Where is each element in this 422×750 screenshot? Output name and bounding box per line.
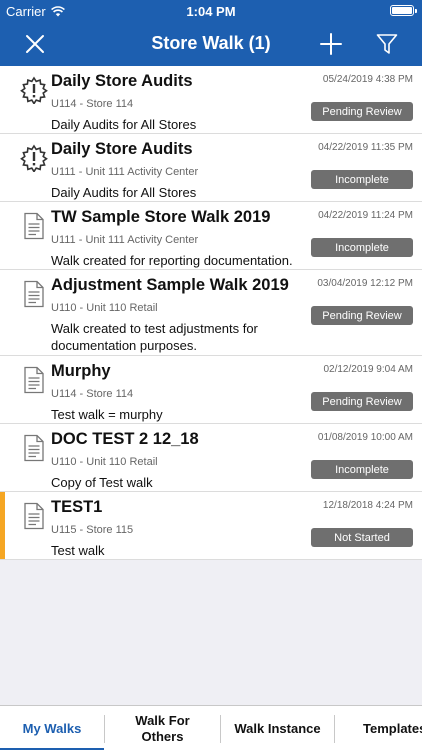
walk-title: DOC TEST 2 12_18: [51, 430, 199, 448]
walk-store: U110 - Unit 110 Retail: [51, 302, 158, 314]
status-button[interactable]: Not Started: [311, 528, 413, 547]
tab-label: Walk For Others: [135, 712, 190, 744]
walk-description: Walk created for reporting documentation…: [51, 253, 293, 268]
battery-icon: [390, 5, 417, 16]
status-button[interactable]: Pending Review: [311, 102, 413, 121]
status-button[interactable]: Incomplete: [311, 238, 413, 257]
walk-title: Murphy: [51, 362, 111, 380]
document-icon: [20, 502, 48, 530]
walk-description: Test walk = murphy: [51, 407, 163, 422]
status-button[interactable]: Pending Review: [311, 392, 413, 411]
selection-accent: [0, 492, 5, 559]
walk-row[interactable]: TW Sample Store Walk 2019 04/22/2019 11:…: [0, 202, 422, 270]
walk-store: U110 - Unit 110 Retail: [51, 456, 158, 468]
walk-row[interactable]: DOC TEST 2 12_18 01/08/2019 10:00 AM U11…: [0, 424, 422, 492]
walk-date: 05/24/2019 4:38 PM: [322, 74, 413, 85]
walk-date: 01/08/2019 10:00 AM: [317, 432, 413, 443]
tab-label: Walk Instance: [234, 720, 321, 736]
filter-button[interactable]: [372, 30, 402, 58]
walk-row[interactable]: Daily Store Audits 04/22/2019 11:35 PM U…: [0, 134, 422, 202]
walk-title: TW Sample Store Walk 2019: [51, 208, 271, 226]
walk-date: 02/12/2019 9:04 AM: [323, 364, 413, 375]
add-walk-button[interactable]: [316, 30, 346, 58]
walk-title: TEST1: [51, 498, 103, 516]
walk-date: 12/18/2018 4:24 PM: [322, 500, 413, 511]
walk-store: U115 - Store 115: [51, 524, 134, 536]
status-button[interactable]: Incomplete: [311, 460, 413, 479]
walk-row-selected[interactable]: TEST1 12/18/2018 4:24 PM U115 - Store 11…: [0, 492, 422, 560]
alert-gear-icon: [20, 76, 48, 106]
walk-description: Daily Audits for All Stores: [51, 117, 197, 132]
status-bar: Carrier 1:04 PM: [0, 0, 422, 22]
walk-row[interactable]: Adjustment Sample Walk 2019 03/04/2019 1…: [0, 270, 422, 356]
document-icon: [20, 280, 48, 308]
document-icon: [20, 434, 48, 462]
tab-walk-instance[interactable]: Walk Instance: [221, 706, 334, 750]
walk-date: 03/04/2019 12:12 PM: [317, 278, 413, 289]
tab-label: Templates: [363, 720, 422, 736]
walk-date: 04/22/2019 11:35 PM: [318, 142, 413, 153]
walk-title: Daily Store Audits: [51, 72, 193, 90]
nav-bar: Store Walk (1): [0, 22, 422, 66]
status-button[interactable]: Pending Review: [311, 306, 413, 325]
plus-icon: [320, 33, 342, 55]
walk-title: Daily Store Audits: [51, 140, 193, 158]
tab-my-walks[interactable]: My Walks: [0, 706, 104, 750]
walk-description: Test walk: [51, 543, 105, 558]
alert-gear-icon: [20, 144, 48, 174]
tab-templates[interactable]: Templates: [335, 706, 422, 750]
walk-row[interactable]: Daily Store Audits 05/24/2019 4:38 PM U1…: [0, 66, 422, 134]
document-icon: [20, 212, 48, 240]
walk-row[interactable]: Murphy 02/12/2019 9:04 AM U114 - Store 1…: [0, 356, 422, 424]
walk-description: Copy of Test walk: [51, 475, 153, 490]
status-button[interactable]: Incomplete: [311, 170, 413, 189]
walk-store: U111 - Unit 111 Activity Center: [51, 166, 199, 178]
walk-store: U114 - Store 114: [51, 388, 134, 400]
tab-walk-for-others[interactable]: Walk For Others: [105, 706, 220, 750]
status-time: 1:04 PM: [186, 4, 236, 19]
tab-label: My Walks: [22, 720, 82, 736]
walk-store: U114 - Store 114: [51, 98, 134, 110]
walk-description: Walk created to test adjustments for doc…: [51, 321, 258, 353]
walk-date: 04/22/2019 11:24 PM: [318, 210, 413, 221]
walk-list: Daily Store Audits 05/24/2019 4:38 PM U1…: [0, 66, 422, 560]
page-title: Store Walk (1): [151, 33, 271, 53]
walk-store: U111 - Unit 111 Activity Center: [51, 234, 199, 246]
walk-title: Adjustment Sample Walk 2019: [51, 276, 289, 294]
walk-description: Daily Audits for All Stores: [51, 185, 197, 200]
document-icon: [20, 366, 48, 394]
tab-bar: My Walks Walk For Others Walk Instance T…: [0, 705, 422, 750]
filter-icon: [376, 34, 398, 54]
